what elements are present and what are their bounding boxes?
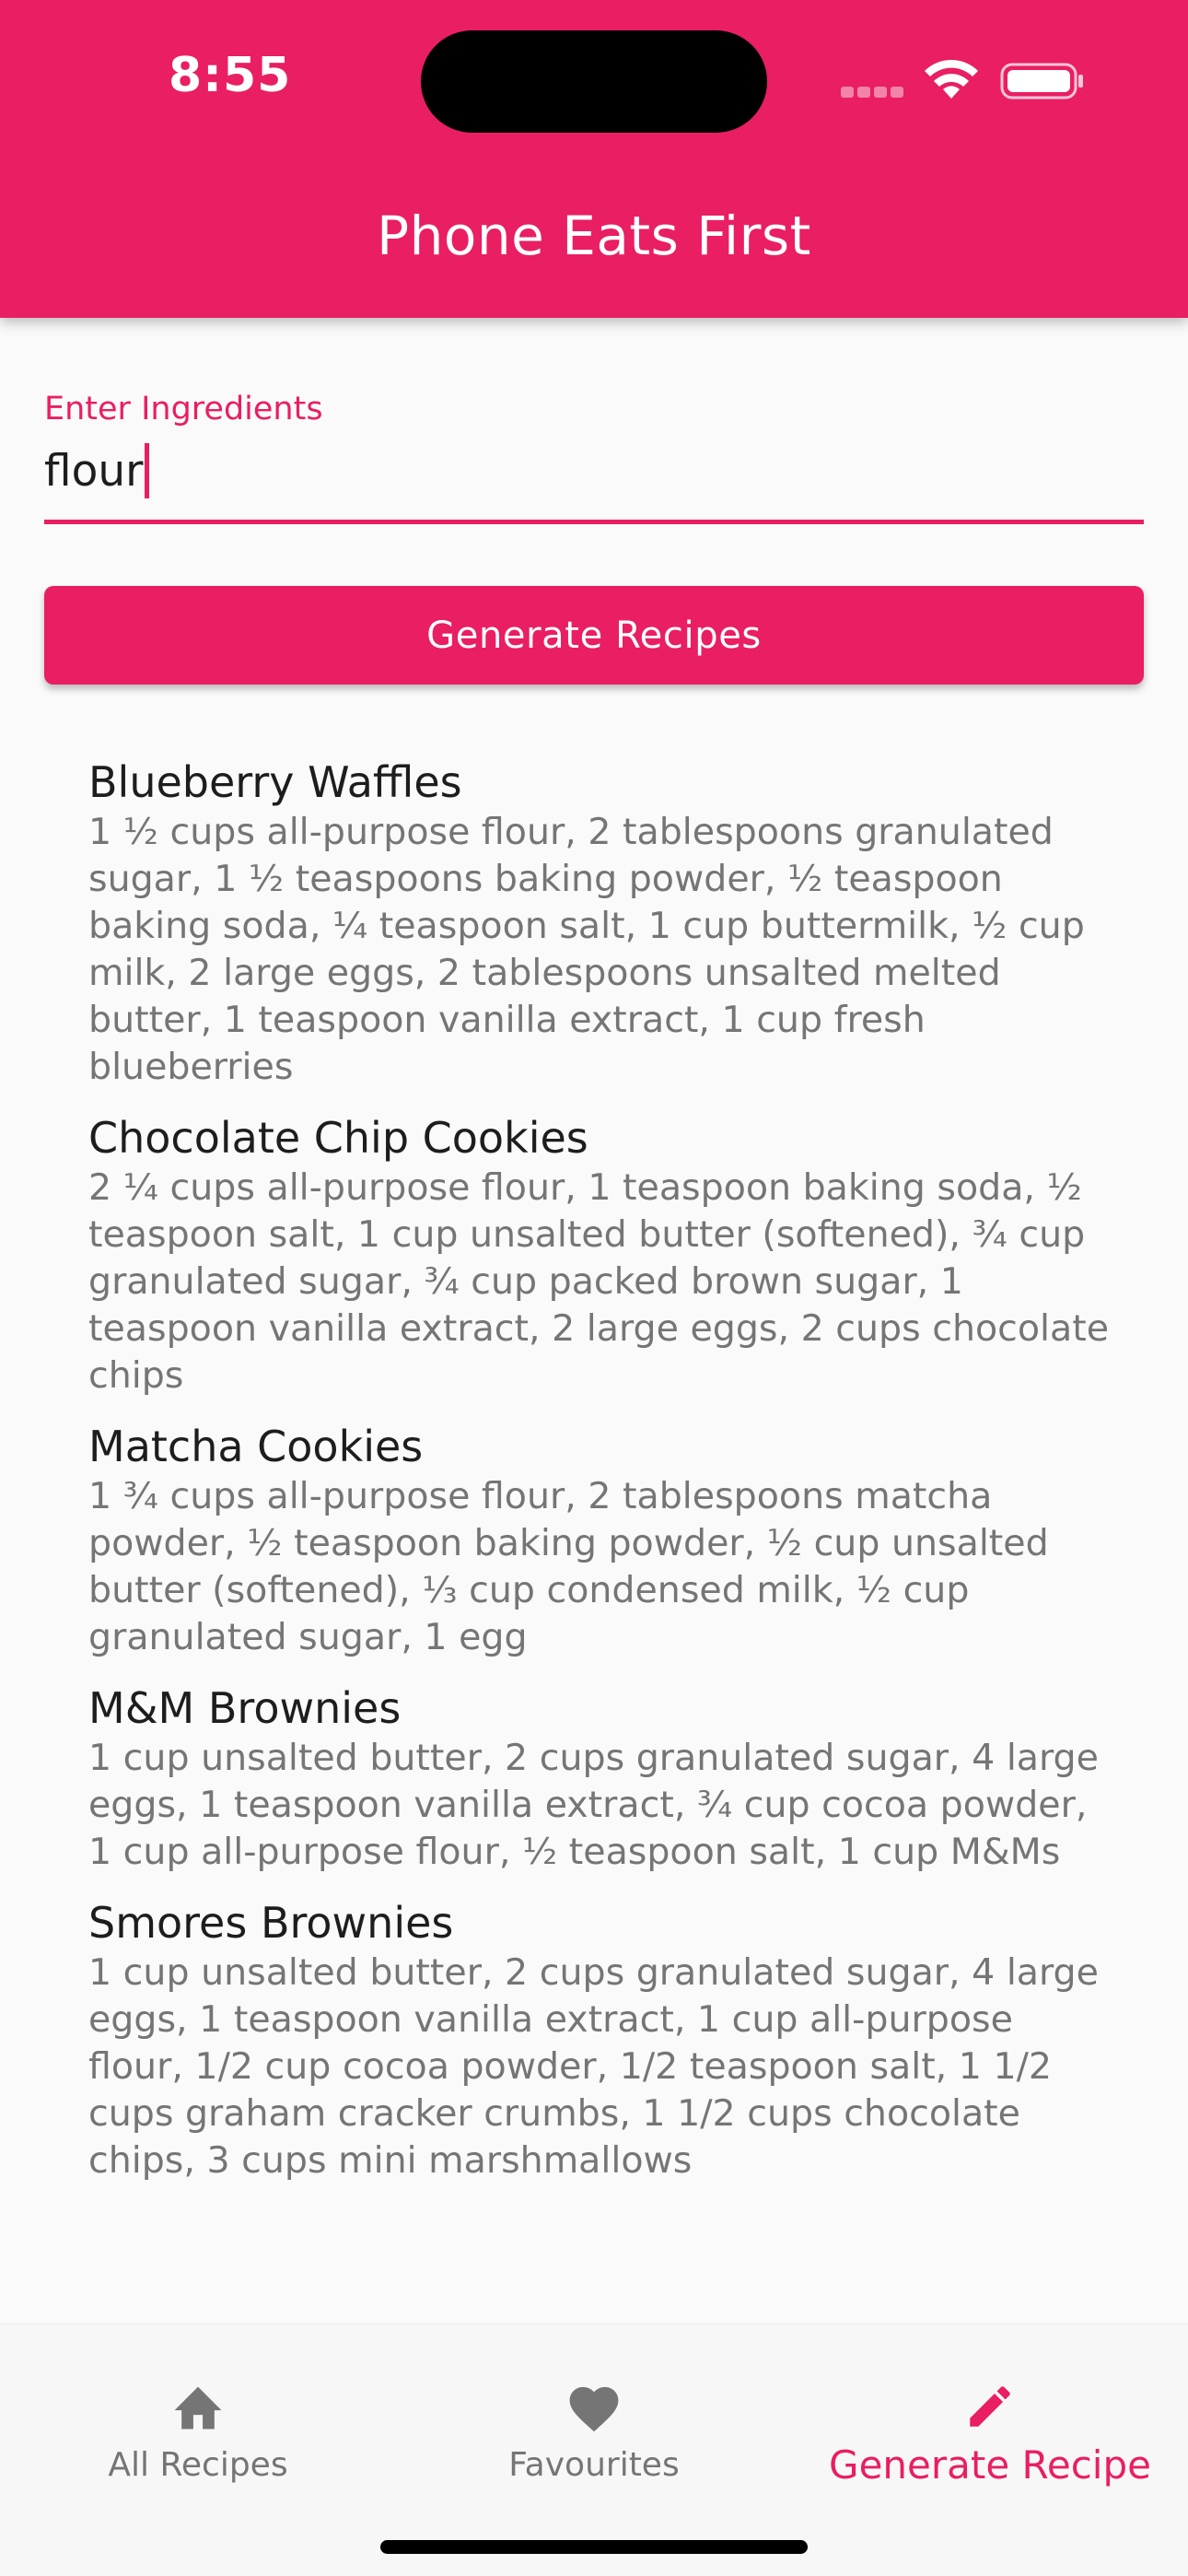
nav-label-generate-recipe: Generate Recipe	[829, 2442, 1151, 2488]
bottom-navigation: All Recipes Favourites Generate Recipe	[0, 2324, 1188, 2576]
recipe-list: Blueberry Waffles 1 ½ cups all-purpose f…	[88, 755, 1111, 2205]
recipe-title: Blueberry Waffles	[88, 757, 462, 807]
app-title: Phone Eats First	[377, 205, 811, 267]
ingredients-field[interactable]: Enter Ingredients flour	[44, 387, 1144, 527]
recipe-list-item[interactable]: Chocolate Chip Cookies 2 ¼ cups all-purp…	[88, 1111, 1111, 1399]
app-bar: 8:55 Phone Eats First	[0, 0, 1188, 318]
ingredients-field-underline	[44, 520, 1144, 524]
nav-item-generate-recipe[interactable]: Generate Recipe	[792, 2352, 1188, 2490]
home-indicator	[380, 2540, 808, 2554]
home-icon	[174, 2386, 222, 2430]
recipe-list-item[interactable]: M&M Brownies 1 cup unsalted butter, 2 cu…	[88, 1681, 1111, 1876]
wifi-icon	[925, 59, 978, 99]
heart-icon	[569, 2386, 619, 2432]
nav-item-all-recipes[interactable]: All Recipes	[0, 2352, 396, 2490]
nav-label-all-recipes: All Recipes	[108, 2446, 288, 2484]
recipe-ingredients: 1 ½ cups all-purpose flour, 2 tablespoon…	[88, 811, 1085, 1088]
recipe-ingredients: 1 cup unsalted butter, 2 cups granulated…	[88, 1737, 1099, 1873]
recipe-title: Smores Brownies	[88, 1898, 454, 1948]
cellular-signal-icon	[841, 84, 905, 99]
ingredients-input-value: flour	[44, 445, 144, 497]
nav-label-favourites: Favourites	[508, 2446, 680, 2484]
nav-item-favourites[interactable]: Favourites	[396, 2352, 792, 2490]
ingredients-input[interactable]: flour	[44, 439, 150, 503]
recipe-list-item[interactable]: Blueberry Waffles 1 ½ cups all-purpose f…	[88, 755, 1111, 1091]
recipe-list-item[interactable]: Matcha Cookies 1 ¾ cups all-purpose flou…	[88, 1420, 1111, 1661]
recipe-ingredients: 1 ¾ cups all-purpose flour, 2 tablespoon…	[88, 1475, 1049, 1658]
dynamic-island	[421, 30, 767, 133]
recipe-ingredients: 2 ¼ cups all-purpose flour, 1 teaspoon b…	[88, 1166, 1110, 1397]
screen: 8:55 Phone Eats First Enter Ingredients …	[0, 0, 1188, 2576]
recipe-title: Chocolate Chip Cookies	[88, 1113, 588, 1163]
recipe-title: M&M Brownies	[88, 1683, 402, 1733]
recipe-ingredients: 1 cup unsalted butter, 2 cups granulated…	[88, 1951, 1099, 2182]
recipe-title: Matcha Cookies	[88, 1422, 424, 1471]
generate-recipes-button[interactable]: Generate Recipes	[44, 586, 1144, 685]
text-caret	[145, 443, 150, 498]
recipe-list-item[interactable]: Smores Brownies 1 cup unsalted butter, 2…	[88, 1896, 1111, 2184]
battery-icon	[1000, 63, 1083, 100]
ingredients-field-label: Enter Ingredients	[44, 391, 323, 427]
pencil-icon	[970, 2386, 1010, 2427]
status-time: 8:55	[169, 48, 292, 103]
